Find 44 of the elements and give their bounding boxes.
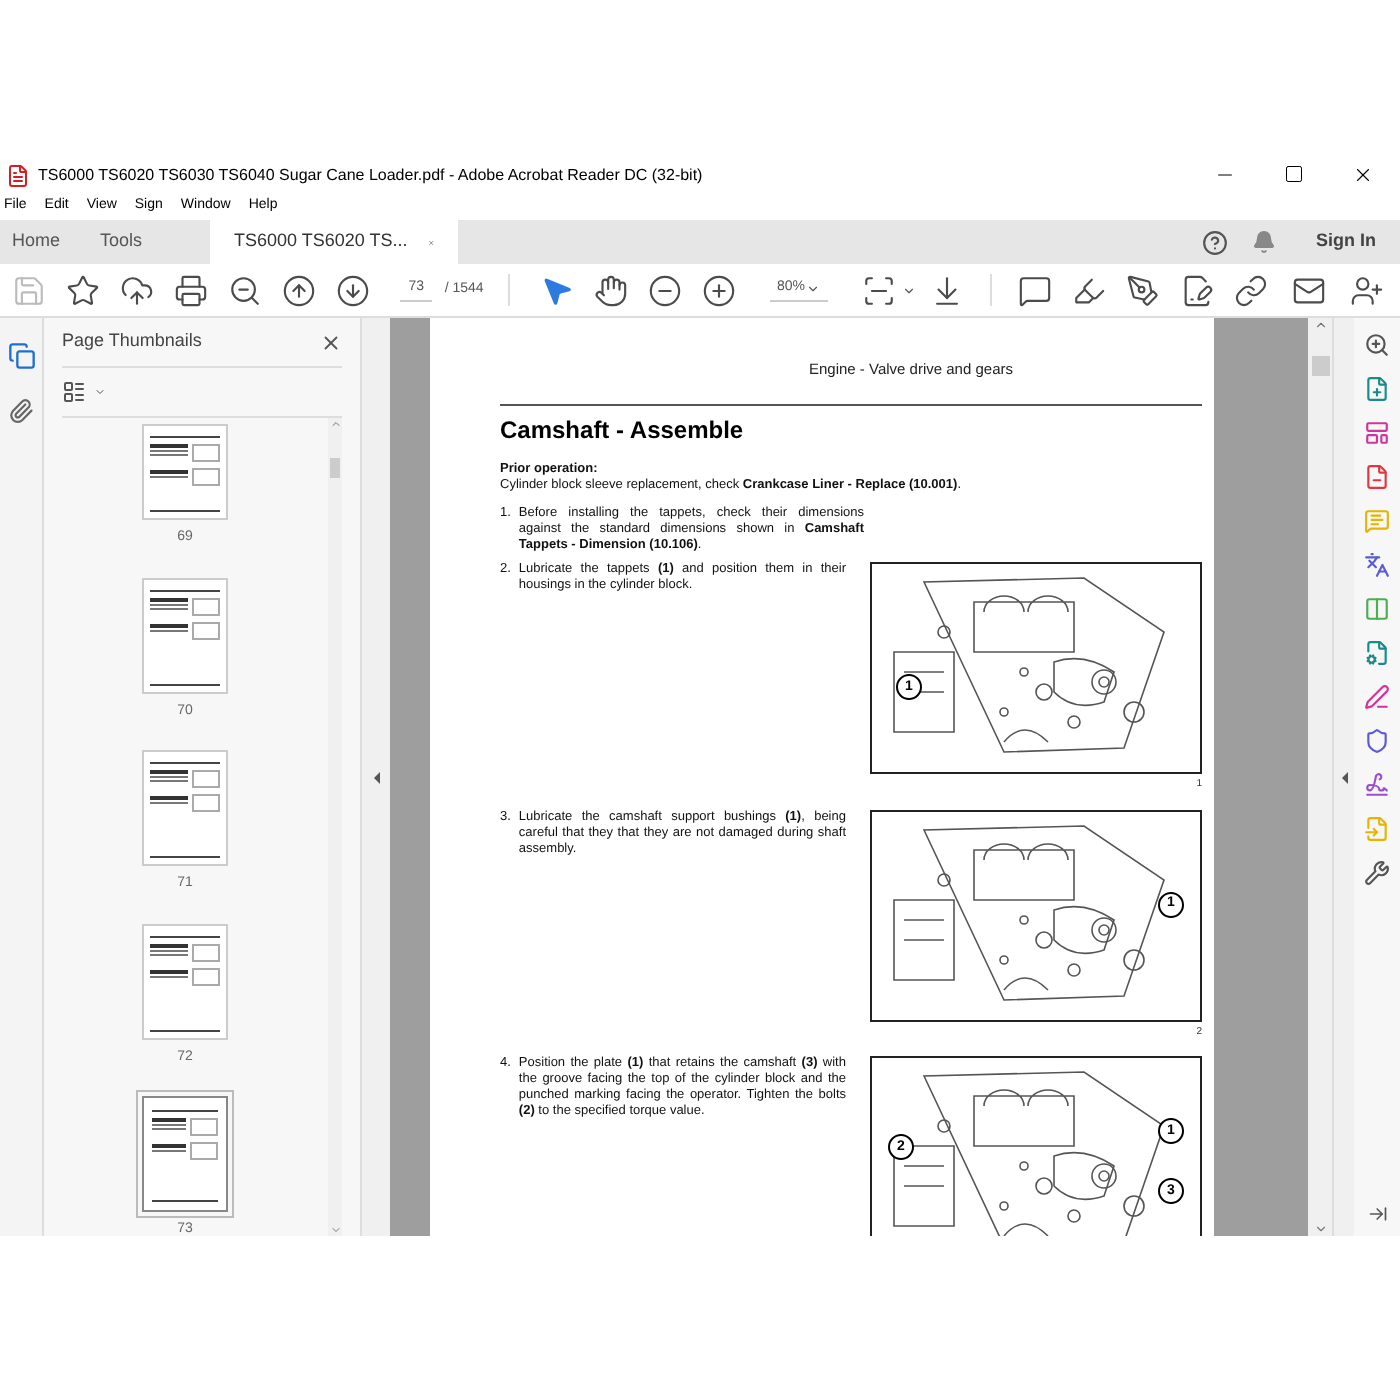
sign-in-button[interactable]: Sign In [1316, 228, 1376, 256]
tab[interactable]: Tools [88, 220, 155, 264]
columns-icon[interactable] [1364, 596, 1390, 622]
caret-icon [902, 283, 917, 297]
scrollbar-thumb[interactable] [1311, 356, 1329, 376]
scrollbar[interactable] [328, 418, 342, 1236]
tab[interactable]: TS6000 TS6020 TS... [210, 220, 459, 264]
section-title: Camshaft - Assemble [500, 414, 746, 449]
options-icon[interactable] [62, 380, 86, 404]
caret-icon [94, 386, 106, 398]
file-gear-icon[interactable] [1364, 640, 1390, 666]
pdf-file-icon [6, 163, 30, 187]
page-thumbnail[interactable] [142, 577, 228, 693]
zoom-in-icon[interactable] [1364, 332, 1390, 358]
page-thumbnail[interactable] [142, 750, 228, 866]
close-icon[interactable] [1352, 164, 1374, 186]
layout-icon[interactable] [1364, 420, 1390, 446]
page-thumbnail[interactable] [142, 1096, 228, 1212]
page-thumbnail[interactable] [142, 424, 228, 520]
maximize-icon[interactable] [1284, 164, 1304, 184]
collapse-panel-icon[interactable] [373, 771, 379, 783]
page-thumbnail[interactable] [142, 923, 228, 1039]
scroll-down-icon[interactable] [1313, 1222, 1327, 1236]
file-minus-icon[interactable] [1364, 464, 1390, 490]
wrench-icon[interactable] [1364, 860, 1390, 886]
bell-icon[interactable] [1252, 230, 1276, 254]
attachment-icon[interactable] [8, 398, 34, 424]
translate-icon[interactable] [1364, 552, 1390, 578]
expand-panel-icon[interactable] [1367, 1204, 1387, 1224]
caret-icon [806, 282, 821, 296]
signature-icon[interactable] [1364, 772, 1390, 798]
pen-icon[interactable] [1364, 684, 1390, 710]
shield-icon[interactable] [1364, 728, 1390, 754]
scrollbar-thumb[interactable] [330, 458, 340, 478]
panel-title: Page Thumbnails [62, 328, 202, 355]
scroll-up-icon[interactable] [1313, 318, 1327, 332]
help-icon[interactable] [1202, 229, 1228, 255]
collapse-panel-icon[interactable] [1341, 771, 1347, 783]
pages-icon[interactable] [7, 342, 35, 370]
scrollbar[interactable] [1308, 318, 1332, 1236]
tab[interactable]: Home [0, 220, 73, 264]
close-icon[interactable] [320, 331, 342, 353]
file-plus-icon[interactable] [1364, 376, 1390, 402]
window-title: TS6000 TS6020 TS6030 TS6040 Sugar Cane Loader.pdf - Adobe Acrobat Reader DC (32-bit) [38, 163, 703, 187]
